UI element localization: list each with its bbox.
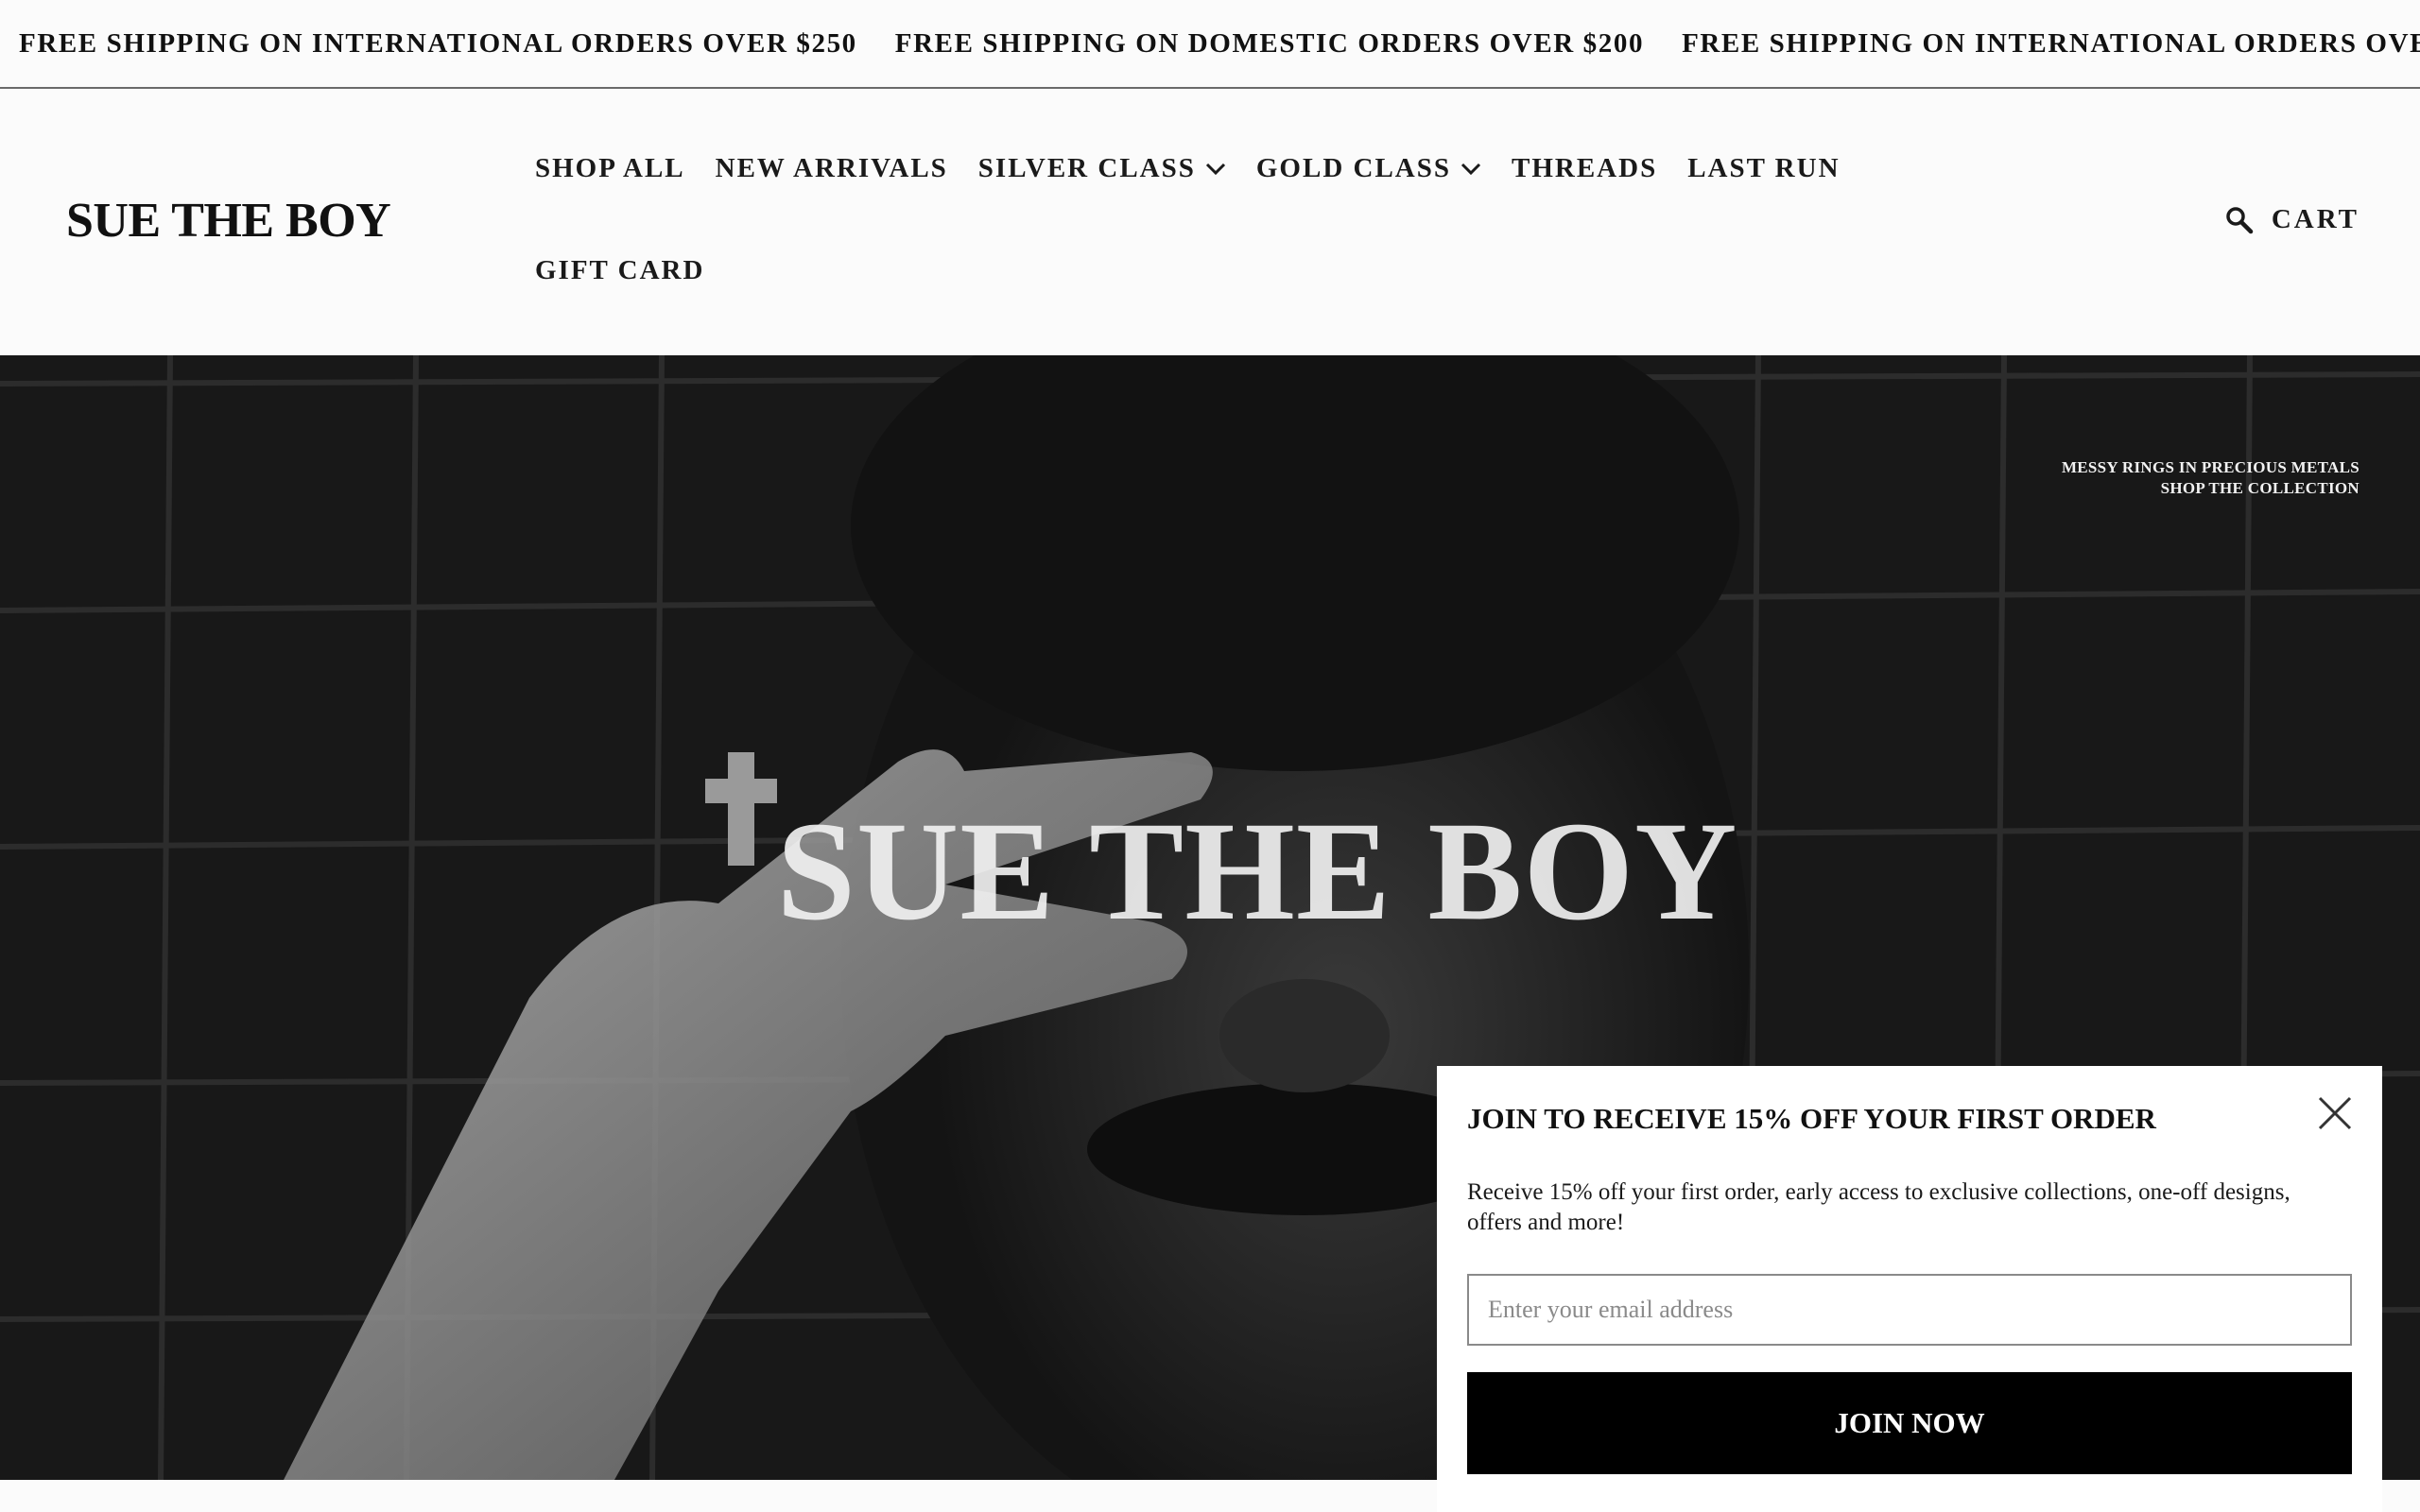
email-field[interactable] xyxy=(1467,1274,2352,1346)
nav-label: THREADS xyxy=(1512,153,1658,183)
site-header: SUE THE BOY SHOP ALL NEW ARRIVALS SILVER… xyxy=(0,91,2420,355)
site-logo[interactable]: SUE THE BOY xyxy=(66,193,391,249)
hero-tagline-block: MESSY RINGS IN PRECIOUS METALS SHOP THE … xyxy=(2062,457,2360,499)
chevron-down-icon xyxy=(1461,163,1481,175)
nav-threads[interactable]: THREADS xyxy=(1512,153,1657,184)
search-icon[interactable] xyxy=(2224,205,2255,235)
chevron-down-icon xyxy=(1205,163,1225,175)
nav-gift-card[interactable]: GIFT CARD xyxy=(535,255,704,286)
nav-label: SHOP ALL xyxy=(535,153,685,183)
cart-link[interactable]: CART xyxy=(2272,204,2360,235)
join-now-button[interactable]: JOIN NOW xyxy=(1467,1372,2352,1474)
popup-description: Receive 15% off your first order, early … xyxy=(1467,1179,2290,1235)
nav-silver-class[interactable]: SILVER CLASS xyxy=(978,153,1226,184)
hero-cta-link[interactable]: SHOP THE COLLECTION xyxy=(2062,478,2360,499)
nav-shop-all[interactable]: SHOP ALL xyxy=(535,153,685,184)
nav-label: LAST RUN xyxy=(1687,153,1841,183)
newsletter-popup: JOIN TO RECEIVE 15% OFF YOUR FIRST ORDER… xyxy=(1437,1066,2382,1512)
close-icon[interactable] xyxy=(2316,1094,2354,1132)
nav-label: GOLD CLASS xyxy=(1255,153,1451,183)
announcement-text: FREE SHIPPING ON INTERNATIONAL ORDERS OV… xyxy=(19,27,857,59)
popup-title: JOIN TO RECEIVE 15% OFF YOUR FIRST ORDER xyxy=(1467,1102,2156,1135)
announcement-text: FREE SHIPPING ON DOMESTIC ORDERS OVER $2… xyxy=(894,27,1645,59)
announcement-bar: FREE SHIPPING ON INTERNATIONAL ORDERS OV… xyxy=(0,0,2420,89)
nav-last-run[interactable]: LAST RUN xyxy=(1687,153,1840,184)
announcement-text: FREE SHIPPING ON INTERNATIONAL ORDERS OV… xyxy=(1682,27,2420,59)
nav-label: GIFT CARD xyxy=(535,255,705,285)
nav-new-arrivals[interactable]: NEW ARRIVALS xyxy=(716,153,948,184)
nav-label: NEW ARRIVALS xyxy=(715,153,948,183)
hero-title: SUE THE BOY xyxy=(776,793,1738,950)
nav-label: SILVER CLASS xyxy=(977,153,1196,183)
nav-gold-class[interactable]: GOLD CLASS xyxy=(1256,153,1481,184)
hero-tagline: MESSY RINGS IN PRECIOUS METALS xyxy=(2061,458,2360,476)
header-actions: CART xyxy=(2224,204,2360,235)
